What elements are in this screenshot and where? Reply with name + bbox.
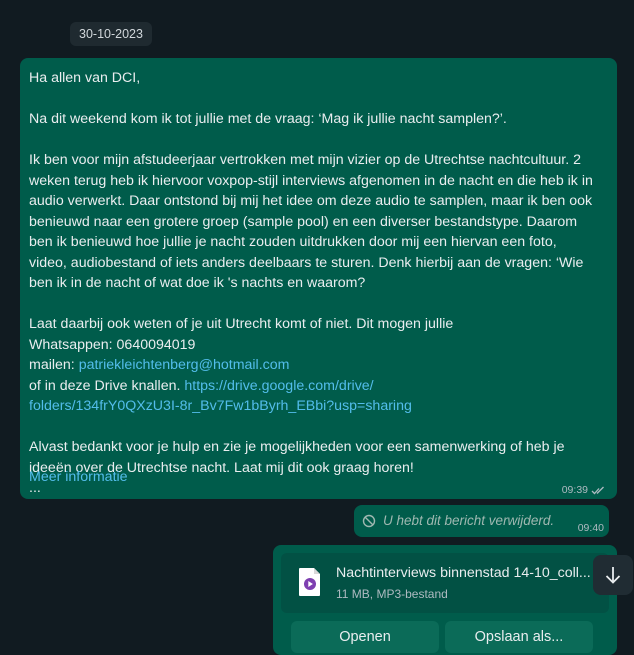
open-file-button[interactable]: Openen	[291, 621, 439, 653]
contact-line: Whatsappen: 0640094019	[29, 336, 196, 353]
file-name: Nachtinterviews binnenstad 14-10_coll...	[336, 565, 591, 581]
body-line: ben ik in de nacht of wat doe ik 's nach…	[29, 275, 366, 291]
message-text: Ha allen van DCI, Na dit weekend kom ik …	[29, 68, 604, 499]
body-line: benieuwd naar een grotere groep (sample …	[29, 213, 578, 230]
body-line: Ik ben voor mijn afstudeerjaar vertrokke…	[29, 152, 581, 168]
message-time: 09:39	[561, 484, 588, 496]
message-bubble[interactable]: Ha allen van DCI, Na dit weekend kom ik …	[20, 58, 617, 499]
greeting: Ha allen van DCI,	[29, 70, 141, 86]
file-meta: 11 MB, MP3-bestand	[336, 587, 448, 601]
blocked-icon	[362, 514, 376, 528]
deleted-message-bubble[interactable]: U hebt dit bericht verwijderd. 09:40	[354, 505, 609, 537]
file-message-bubble[interactable]: Nachtinterviews binnenstad 14-10_coll...…	[273, 545, 617, 655]
drive-link[interactable]: https://drive.google.com/drive/	[184, 378, 373, 394]
body-line: ben ik benieuwd hoe jullie je nacht zoud…	[29, 234, 557, 250]
drive-label: of in deze Drive knallen.	[29, 377, 185, 394]
body-line: audio verwerkt. Daar ontstond bij mij he…	[29, 193, 593, 209]
read-more-link[interactable]: Meer informatie	[29, 469, 128, 485]
save-as-button[interactable]: Opslaan als...	[445, 621, 593, 653]
body-paragraph: Ik ben voor mijn afstudeerjaar vertrokke…	[29, 150, 604, 294]
deleted-message-text: U hebt dit bericht verwijderd.	[383, 513, 555, 528]
body-line: weken terug heb ik hiervoor voxpop-stijl…	[29, 172, 593, 189]
audio-file-icon	[299, 568, 320, 596]
drive-link-continued[interactable]: folders/134frY0QXzU3I-8r_Bv7Fw1bByrh_EBb…	[29, 398, 412, 414]
email-link[interactable]: patriekleichtenberg@hotmail.com	[79, 357, 290, 373]
body-line: video, audiobestand of iets anders deelb…	[29, 254, 584, 271]
contact-paragraph: Laat daarbij ook weten of je uit Utrecht…	[29, 314, 604, 417]
contact-line: Laat daarbij ook weten of je uit Utrecht…	[29, 316, 454, 332]
closing-paragraph: Alvast bedankt voor je hulp en zie je mo…	[29, 437, 604, 499]
intro: Na dit weekend kom ik tot jullie met de …	[29, 111, 507, 127]
mail-label: mailen:	[29, 357, 79, 373]
double-check-icon	[591, 486, 604, 494]
closing-line: Alvast bedankt voor je hulp en zie je mo…	[29, 439, 565, 455]
message-meta: 09:39	[562, 484, 605, 496]
date-chip: 30-10-2023	[70, 22, 152, 46]
file-card[interactable]: Nachtinterviews binnenstad 14-10_coll...…	[281, 553, 609, 613]
message-time: 09:40	[577, 522, 604, 534]
arrow-down-icon	[605, 567, 621, 584]
download-button[interactable]	[593, 555, 633, 595]
